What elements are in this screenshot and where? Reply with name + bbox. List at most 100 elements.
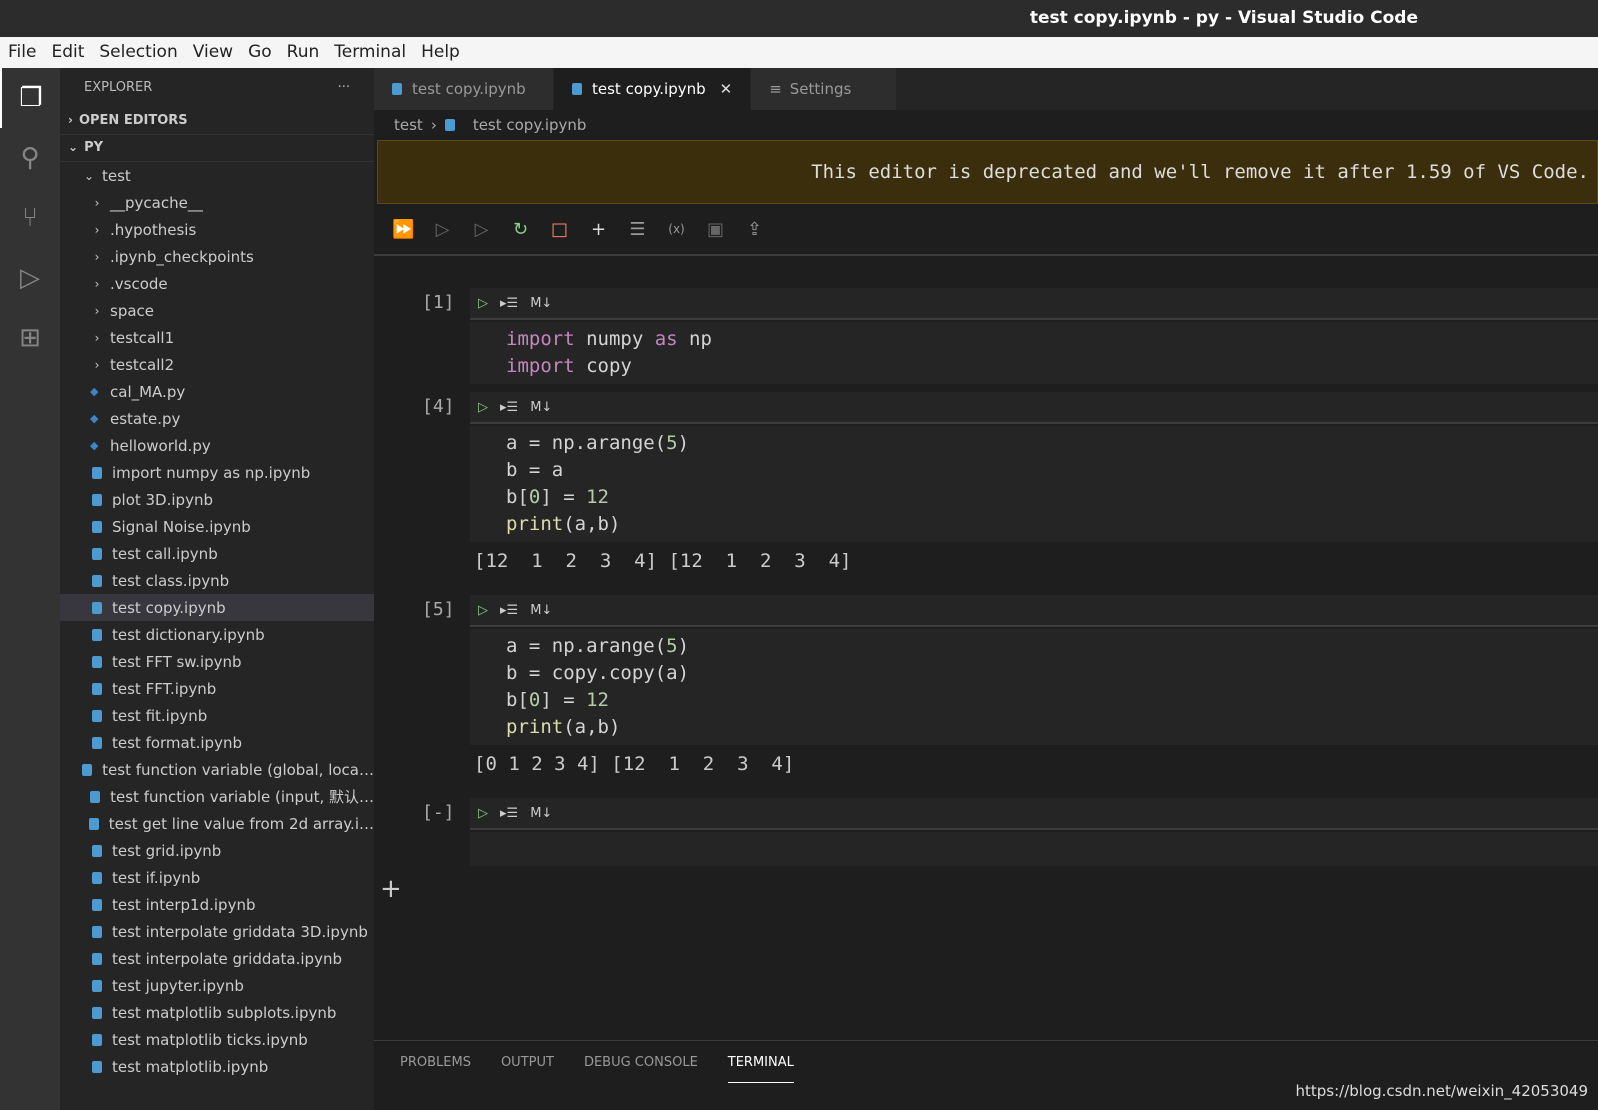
code-editor[interactable]: import numpy as np import copy xyxy=(470,322,1598,384)
tree-file[interactable]: test grid.ipynb xyxy=(60,837,374,864)
run-debug-icon[interactable]: ▷ xyxy=(0,248,60,308)
tree-file[interactable]: test fit.ipynb xyxy=(60,702,374,729)
menu-help[interactable]: Help xyxy=(421,42,460,68)
variables-icon[interactable]: (x) xyxy=(657,222,696,236)
breadcrumb-folder[interactable]: test xyxy=(394,116,423,134)
tree-label: test FFT sw.ipynb xyxy=(112,652,242,671)
source-control-icon[interactable]: ⑂ xyxy=(0,188,60,248)
panel-tab-terminal[interactable]: TERMINAL xyxy=(727,1055,794,1083)
interrupt-kernel-icon[interactable]: □ xyxy=(540,219,579,240)
tree-file[interactable]: test interpolate griddata 3D.ipynb xyxy=(60,918,374,945)
tree-file[interactable]: test get line value from 2d array.i… xyxy=(60,810,374,837)
tree-folder[interactable]: › .hypothesis xyxy=(60,216,374,243)
menu-run[interactable]: Run xyxy=(287,42,320,68)
markdown-toggle[interactable]: M↓ xyxy=(530,296,552,311)
tree-file[interactable]: test matplotlib subplots.ipynb xyxy=(60,999,374,1026)
tree-file[interactable]: test format.ipynb xyxy=(60,729,374,756)
code-editor[interactable] xyxy=(470,832,1598,866)
run-below-icon[interactable]: ▷ xyxy=(462,219,501,240)
tree-label: test fit.ipynb xyxy=(112,706,208,725)
tab-test-copy-1[interactable]: test copy.ipynb xyxy=(374,68,554,110)
code-editor[interactable]: a = np.arange(5) b = a b[0] = 12 print(a… xyxy=(470,426,1598,542)
tree-file[interactable]: test call.ipynb xyxy=(60,540,374,567)
tree-folder[interactable]: › space xyxy=(60,297,374,324)
tree-file[interactable]: test jupyter.ipynb xyxy=(60,972,374,999)
tree-label: test grid.ipynb xyxy=(112,841,222,860)
editor-area: test copy.ipynb test copy.ipynb ✕ ≡ Settin… xyxy=(374,68,1598,1040)
clear-outputs-icon[interactable]: ☰ xyxy=(618,219,657,240)
tree-label: test class.ipynb xyxy=(112,571,230,590)
tree-folder-test[interactable]: ⌄ test xyxy=(60,162,374,189)
tree-folder[interactable]: › .ipynb_checkpoints xyxy=(60,243,374,270)
tree-file[interactable]: ◆ cal_MA.py xyxy=(60,378,374,405)
menu-go[interactable]: Go xyxy=(248,42,272,68)
tree-label: test xyxy=(102,166,131,185)
export-icon[interactable]: ⇪ xyxy=(735,219,774,240)
search-icon[interactable]: ⚲ xyxy=(0,128,60,188)
tree-file[interactable]: test matplotlib.ipynb xyxy=(60,1053,374,1080)
tree-folder[interactable]: › __pycache__ xyxy=(60,189,374,216)
execution-count: [1] xyxy=(422,292,455,313)
tree-folder[interactable]: › .vscode xyxy=(60,270,374,297)
tree-file[interactable]: ◆ helloworld.py xyxy=(60,432,374,459)
chevron-right-icon: › xyxy=(94,222,100,237)
run-above-icon[interactable]: ▷ xyxy=(423,219,462,240)
explorer-icon[interactable]: ❐ xyxy=(0,68,60,128)
more-actions-icon[interactable]: ··· xyxy=(338,80,350,96)
extensions-icon[interactable]: ⊞ xyxy=(0,308,60,368)
py-folder-section[interactable]: ⌄ PY xyxy=(60,135,374,162)
add-cell-icon[interactable]: + xyxy=(380,874,402,904)
panel-tab-problems[interactable]: PROBLEMS xyxy=(400,1055,471,1096)
tree-file[interactable]: test if.ipynb xyxy=(60,864,374,891)
chevron-right-icon: › xyxy=(94,195,100,210)
breadcrumb-file[interactable]: test copy.ipynb xyxy=(473,116,587,134)
tree-file[interactable]: test function variable (input, 默认… xyxy=(60,783,374,810)
markdown-toggle[interactable]: M↓ xyxy=(530,400,552,415)
tree-file[interactable]: test class.ipynb xyxy=(60,567,374,594)
menu-view[interactable]: View xyxy=(193,42,233,68)
chevron-right-icon: › xyxy=(94,303,100,318)
markdown-toggle[interactable]: M↓ xyxy=(530,806,552,821)
run-by-line-icon[interactable]: ▸☰ xyxy=(500,296,518,311)
tree-file[interactable]: test FFT sw.ipynb xyxy=(60,648,374,675)
run-by-line-icon[interactable]: ▸☰ xyxy=(500,603,518,618)
panel-tab-debug-console[interactable]: DEBUG CONSOLE xyxy=(584,1055,698,1096)
tree-file[interactable]: Signal Noise.ipynb xyxy=(60,513,374,540)
tree-file[interactable]: ◆ estate.py xyxy=(60,405,374,432)
tree-file[interactable]: test matplotlib ticks.ipynb xyxy=(60,1026,374,1053)
markdown-toggle[interactable]: M↓ xyxy=(530,603,552,618)
tree-file[interactable]: plot 3D.ipynb xyxy=(60,486,374,513)
run-cell-icon[interactable]: ▷ xyxy=(478,603,488,618)
tree-label: test matplotlib subplots.ipynb xyxy=(112,1003,337,1022)
close-icon[interactable]: ✕ xyxy=(720,80,733,98)
tree-file[interactable]: test interp1d.ipynb xyxy=(60,891,374,918)
save-icon[interactable]: ▣ xyxy=(696,219,735,240)
tree-folder[interactable]: › testcall2 xyxy=(60,351,374,378)
add-cell-icon[interactable]: + xyxy=(579,219,618,240)
tree-file[interactable]: test function variable (global, loca… xyxy=(60,756,374,783)
tree-label: plot 3D.ipynb xyxy=(112,490,213,509)
tab-settings[interactable]: ≡ Settings xyxy=(751,68,898,110)
run-cell-icon[interactable]: ▷ xyxy=(478,400,488,415)
tree-file[interactable]: test FFT.ipynb xyxy=(60,675,374,702)
tree-label: test interpolate griddata.ipynb xyxy=(112,949,342,968)
tree-file[interactable]: test interpolate griddata.ipynb xyxy=(60,945,374,972)
run-cell-icon[interactable]: ▷ xyxy=(478,296,488,311)
tree-folder[interactable]: › testcall1 xyxy=(60,324,374,351)
open-editors-section[interactable]: › OPEN EDITORS xyxy=(60,108,374,135)
run-by-line-icon[interactable]: ▸☰ xyxy=(500,806,518,821)
restart-kernel-icon[interactable]: ↻ xyxy=(501,219,540,240)
panel-tab-output[interactable]: OUTPUT xyxy=(501,1055,554,1096)
menu-file[interactable]: File xyxy=(8,42,36,68)
menu-terminal[interactable]: Terminal xyxy=(334,42,406,68)
tab-test-copy-active[interactable]: test copy.ipynb ✕ xyxy=(554,68,752,110)
code-editor[interactable]: a = np.arange(5) b = copy.copy(a) b[0] =… xyxy=(470,629,1598,745)
tree-file[interactable]: test dictionary.ipynb xyxy=(60,621,374,648)
run-by-line-icon[interactable]: ▸☰ xyxy=(500,400,518,415)
tree-file[interactable]: import numpy as np.ipynb xyxy=(60,459,374,486)
menu-edit[interactable]: Edit xyxy=(51,42,84,68)
menu-selection[interactable]: Selection xyxy=(99,42,177,68)
run-cell-icon[interactable]: ▷ xyxy=(478,806,488,821)
run-all-icon[interactable]: ⏩ xyxy=(384,219,423,240)
tree-file[interactable]: test copy.ipynb xyxy=(60,594,374,621)
